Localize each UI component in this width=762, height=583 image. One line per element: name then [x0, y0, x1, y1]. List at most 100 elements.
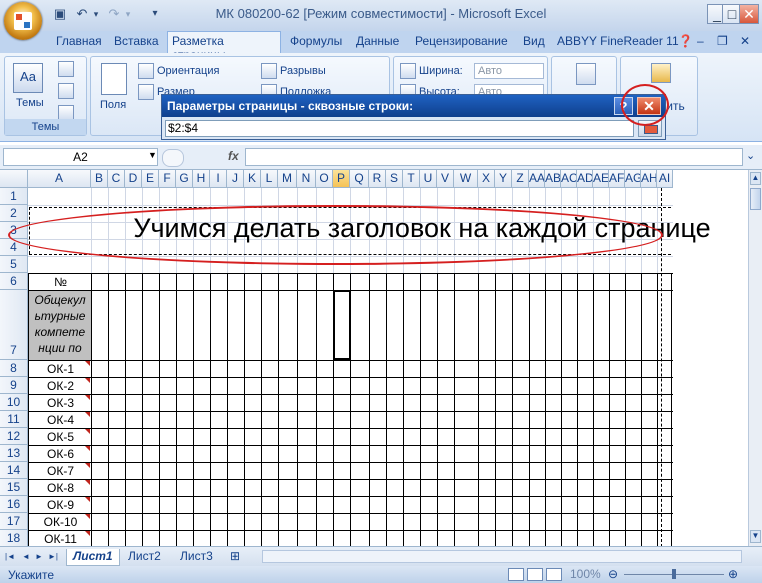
column-header-e[interactable]: E — [142, 170, 159, 188]
themes-icon[interactable]: Aa — [13, 63, 43, 93]
expand-dialog-icon[interactable] — [638, 120, 662, 137]
bring-forward-icon[interactable] — [651, 63, 671, 83]
row-header-6[interactable]: 6 — [0, 273, 28, 290]
dialog-help-button[interactable]: ? — [614, 97, 633, 115]
last-sheet-icon[interactable]: ►| — [48, 549, 58, 565]
column-header-i[interactable]: I — [210, 170, 227, 188]
tab-formulas[interactable]: Формулы — [290, 34, 342, 48]
column-header-l[interactable]: L — [261, 170, 278, 188]
horizontal-scrollbar[interactable] — [262, 550, 742, 563]
row-header-18[interactable]: 18 — [0, 530, 28, 546]
row-header-2[interactable]: 2 — [0, 205, 28, 222]
prev-sheet-icon[interactable]: ◄ — [22, 549, 30, 565]
worksheet-grid[interactable]: A B C D E F G H I J K L M N O P Q R S T U V W X Y Z AA AB AC AD AE AF AG… — [0, 170, 748, 546]
column-header-v[interactable]: V — [437, 170, 454, 188]
column-header-p[interactable]: P — [333, 170, 350, 188]
column-header-f[interactable]: F — [159, 170, 176, 188]
margins-label[interactable]: Поля — [100, 99, 126, 111]
tab-review[interactable]: Рецензирование — [415, 34, 508, 48]
column-header-n[interactable]: N — [297, 170, 316, 188]
insert-sheet-icon[interactable]: ⊞ — [230, 549, 240, 565]
ribbon-restore-icon[interactable]: ❐ — [717, 34, 728, 48]
row-header-5[interactable]: 5 — [0, 256, 28, 273]
column-header-ae[interactable]: AE — [593, 170, 609, 188]
row-header-10[interactable]: 10 — [0, 394, 28, 411]
page-layout-view-icon[interactable] — [527, 568, 543, 581]
size-icon[interactable] — [138, 84, 154, 100]
office-button[interactable] — [4, 2, 42, 40]
name-box[interactable]: A2 — [3, 148, 158, 166]
column-header-r[interactable]: R — [369, 170, 386, 188]
column-header-h[interactable]: H — [193, 170, 210, 188]
row-header-7[interactable]: 7 — [0, 290, 28, 360]
column-header-ab[interactable]: AB — [545, 170, 561, 188]
select-all-corner[interactable] — [0, 170, 28, 188]
help-icon[interactable]: ❓ — [678, 34, 693, 48]
column-header-c[interactable]: C — [108, 170, 125, 188]
column-header-q[interactable]: Q — [350, 170, 369, 188]
cell-a15[interactable]: ОК-8 — [29, 480, 92, 497]
cell-a7[interactable]: Общекул ьтурные компете нции по — [29, 291, 91, 360]
row-header-13[interactable]: 13 — [0, 445, 28, 462]
tab-insert[interactable]: Вставка — [114, 34, 159, 48]
dialog-close-button[interactable]: ✕ — [637, 97, 661, 115]
tab-data[interactable]: Данные — [356, 34, 399, 48]
breaks-icon[interactable] — [261, 63, 277, 79]
column-header-t[interactable]: T — [403, 170, 420, 188]
tab-page-layout[interactable]: Разметка страницы — [167, 31, 281, 62]
zoom-in-icon[interactable]: ⊕ — [728, 567, 738, 581]
scroll-up-icon[interactable]: ▲ — [750, 172, 761, 185]
ribbon-close-icon[interactable]: ✕ — [740, 34, 750, 48]
theme-colors-icon[interactable] — [58, 61, 74, 77]
column-header-a[interactable]: A — [28, 170, 91, 188]
selected-cell-p7[interactable] — [333, 290, 351, 360]
first-sheet-icon[interactable]: |◄ — [5, 549, 15, 565]
cell-a12[interactable]: ОК-5 — [29, 429, 92, 446]
row-header-9[interactable]: 9 — [0, 377, 28, 394]
column-header-x[interactable]: X — [478, 170, 495, 188]
column-header-k[interactable]: K — [244, 170, 261, 188]
row-header-12[interactable]: 12 — [0, 428, 28, 445]
column-header-af[interactable]: AF — [609, 170, 625, 188]
row-header-17[interactable]: 17 — [0, 513, 28, 530]
cell-a10[interactable]: ОК-3 — [29, 395, 92, 412]
column-header-ad[interactable]: AD — [577, 170, 593, 188]
page-break-view-icon[interactable] — [546, 568, 562, 581]
cell-a9[interactable]: ОК-2 — [29, 378, 92, 395]
column-header-w[interactable]: W — [454, 170, 478, 188]
cell-a14[interactable]: ОК-7 — [29, 463, 92, 480]
orientation-label[interactable]: Ориентация — [157, 65, 219, 77]
column-header-j[interactable]: J — [227, 170, 244, 188]
cell-a17[interactable]: ОК-10 — [29, 514, 92, 531]
column-header-aa[interactable]: AA — [529, 170, 545, 188]
zoom-out-icon[interactable]: ⊖ — [608, 567, 618, 581]
tab-home[interactable]: Главная — [56, 34, 102, 48]
column-header-s[interactable]: S — [386, 170, 403, 188]
sheet-tab-2[interactable]: Лист2 — [128, 549, 161, 565]
row-header-15[interactable]: 15 — [0, 479, 28, 496]
row-header-11[interactable]: 11 — [0, 411, 28, 428]
column-header-ai[interactable]: AI — [657, 170, 673, 188]
orientation-icon[interactable] — [138, 63, 154, 79]
scroll-down-icon[interactable]: ▼ — [750, 530, 761, 543]
row-header-4[interactable]: 4 — [0, 239, 28, 256]
formula-expand-icon[interactable] — [162, 149, 184, 167]
themes-button-label[interactable]: Темы — [16, 97, 44, 109]
column-header-y[interactable]: Y — [495, 170, 512, 188]
column-header-z[interactable]: Z — [512, 170, 529, 188]
scroll-thumb[interactable] — [750, 188, 761, 210]
cell-a16[interactable]: ОК-9 — [29, 497, 92, 514]
row-header-3[interactable]: 3 — [0, 222, 28, 239]
row-header-16[interactable]: 16 — [0, 496, 28, 513]
vertical-scrollbar[interactable]: ▲ ▼ — [748, 170, 762, 546]
formula-input[interactable] — [245, 148, 743, 166]
formula-bar-expand-icon[interactable]: ⌄ — [746, 149, 755, 162]
normal-view-icon[interactable] — [508, 568, 524, 581]
insert-function-icon[interactable]: fx — [228, 149, 239, 163]
breaks-label[interactable]: Разрывы — [280, 65, 326, 77]
width-field[interactable]: Авто — [474, 63, 544, 79]
theme-fonts-icon[interactable] — [58, 83, 74, 99]
cell-a18[interactable]: ОК-11 — [29, 531, 92, 546]
name-box-dropdown-icon[interactable]: ▼ — [148, 150, 157, 160]
tab-abbyy[interactable]: ABBYY FineReader 11 — [557, 34, 679, 48]
